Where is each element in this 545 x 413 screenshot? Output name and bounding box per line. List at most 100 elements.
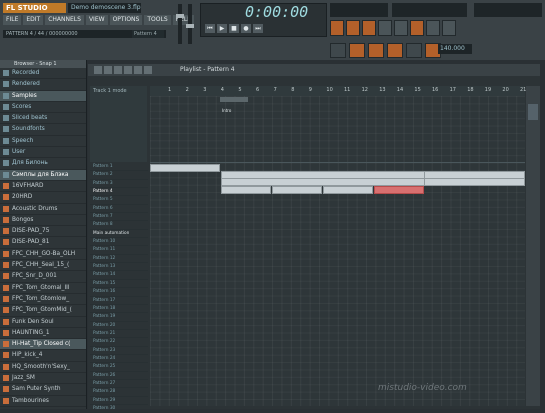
pattern-clip[interactable] xyxy=(272,186,322,194)
delete-tool-icon[interactable] xyxy=(114,66,122,74)
paint-tool-icon[interactable] xyxy=(104,66,112,74)
pattern-track-label[interactable]: Pattern 11 xyxy=(90,246,148,254)
browser-item[interactable]: Recorded xyxy=(0,68,86,79)
browser-item[interactable]: HiP_kick_4 xyxy=(0,350,86,361)
pattern-track-label[interactable]: Main automation xyxy=(90,230,148,238)
browser-item[interactable]: DISE-PAD_81 xyxy=(0,237,86,248)
play-button[interactable]: ▶ xyxy=(217,24,227,33)
browser-item[interactable]: FPC_CHH_GO-Ba_OLH xyxy=(0,249,86,260)
pattern-track-label[interactable]: Pattern 7 xyxy=(90,213,148,221)
browser-item[interactable]: Tambourines xyxy=(0,396,86,407)
scroll-thumb[interactable] xyxy=(528,104,538,120)
browser-item[interactable]: Sam Puter Synth xyxy=(0,384,86,395)
piano-roll-button[interactable] xyxy=(362,20,376,36)
tempo-display[interactable]: 140.000 xyxy=(438,44,472,54)
browser-item[interactable]: FPC_CHH_Seal_15_( xyxy=(0,260,86,271)
browser-item[interactable]: Acoustic Drums xyxy=(0,204,86,215)
browser-item[interactable]: User xyxy=(0,147,86,158)
browser-item[interactable]: Для Билонь xyxy=(0,158,86,169)
browser-item[interactable]: Samples xyxy=(0,91,86,102)
draw-tool-icon[interactable] xyxy=(94,66,102,74)
browser-item[interactable]: Jazz_SM xyxy=(0,373,86,384)
pattern-selector[interactable]: Pattern 4 xyxy=(132,30,164,38)
browser-item[interactable]: Scores xyxy=(0,102,86,113)
pattern-track-label[interactable]: Pattern 26 xyxy=(90,372,148,380)
vertical-scrollbar[interactable] xyxy=(526,86,540,406)
pattern-track-label[interactable]: Pattern 21 xyxy=(90,330,148,338)
pattern-track-label[interactable]: Pattern 29 xyxy=(90,397,148,405)
browser-item[interactable]: Сэмплы для Блэка xyxy=(0,170,86,181)
pattern-track-label[interactable]: Pattern 27 xyxy=(90,380,148,388)
browser-button[interactable] xyxy=(378,20,392,36)
browser-item[interactable]: HAUNTING_1 xyxy=(0,328,86,339)
forward-button[interactable]: ⏭ xyxy=(253,24,263,33)
pattern-track-label[interactable]: Pattern 23 xyxy=(90,347,148,355)
pattern-track-label[interactable]: Pattern 5 xyxy=(90,196,148,204)
tool-button-4[interactable] xyxy=(387,43,403,58)
master-pitch-slider[interactable] xyxy=(188,4,192,44)
menu-item-options[interactable]: OPTIONS xyxy=(110,15,143,25)
browser-item[interactable]: 16VFHARD xyxy=(0,181,86,192)
pattern-track-label[interactable]: Pattern 24 xyxy=(90,355,148,363)
tool-button-5[interactable] xyxy=(406,43,422,58)
pattern-track-label[interactable]: Pattern 13 xyxy=(90,263,148,271)
tool-button-3[interactable] xyxy=(368,43,384,58)
tool-button-1[interactable] xyxy=(330,43,346,58)
select-tool-icon[interactable] xyxy=(124,66,132,74)
pattern-track-label[interactable]: Pattern 2 xyxy=(90,171,148,179)
record-mode-button[interactable] xyxy=(442,20,456,36)
browser-item[interactable]: Speech xyxy=(0,136,86,147)
menu-item-channels[interactable]: CHANNELS xyxy=(45,15,84,25)
browser-item[interactable]: HQ_Smooth'n'Sexy_ xyxy=(0,362,86,373)
pattern-track-label[interactable]: Pattern 20 xyxy=(90,322,148,330)
pattern-track-label[interactable]: Pattern 19 xyxy=(90,313,148,321)
pattern-clip[interactable] xyxy=(221,178,525,186)
pattern-track-label[interactable]: Pattern 28 xyxy=(90,388,148,396)
browser-item[interactable]: FPC_Tom_Gtomal_III xyxy=(0,283,86,294)
slice-tool-icon[interactable] xyxy=(144,66,152,74)
pattern-clip[interactable] xyxy=(150,164,220,172)
pattern-clip-selected[interactable] xyxy=(374,186,424,194)
stop-button[interactable]: ■ xyxy=(229,24,239,33)
pattern-track-label[interactable]: Pattern 3 xyxy=(90,180,148,188)
step-sequencer-button[interactable] xyxy=(346,20,360,36)
browser-item[interactable]: DISE-PAD_75 xyxy=(0,226,86,237)
menu-item-view[interactable]: VIEW xyxy=(86,15,108,25)
tool-button-2[interactable] xyxy=(349,43,365,58)
browser-item[interactable]: Soundfonts xyxy=(0,124,86,135)
pattern-track-label[interactable]: Pattern 12 xyxy=(90,255,148,263)
browser-item[interactable]: Funk Den Soul xyxy=(0,317,86,328)
pattern-track-label[interactable]: Pattern 25 xyxy=(90,363,148,371)
pattern-clip[interactable] xyxy=(323,186,373,194)
menu-item-file[interactable]: FILE xyxy=(3,15,21,25)
playlist-grid[interactable] xyxy=(150,96,525,406)
pattern-track-label[interactable]: Pattern 16 xyxy=(90,288,148,296)
pattern-track-label[interactable]: Pattern 17 xyxy=(90,297,148,305)
pattern-track-label[interactable]: Pattern 14 xyxy=(90,271,148,279)
browser-item[interactable]: FPC_Tom_Gtomlow_ xyxy=(0,294,86,305)
pattern-track-label[interactable]: Pattern 1 xyxy=(90,163,148,171)
pattern-track-label[interactable]: Pattern 18 xyxy=(90,305,148,313)
mixer-button[interactable] xyxy=(394,20,408,36)
plugin-button[interactable] xyxy=(410,20,424,36)
pattern-track-label[interactable]: Pattern 15 xyxy=(90,280,148,288)
browser-item[interactable]: Bongos xyxy=(0,215,86,226)
browser-item[interactable]: FPC_Snr_D_001 xyxy=(0,271,86,282)
online-button[interactable] xyxy=(426,20,440,36)
browser-item[interactable]: Sliced beats xyxy=(0,113,86,124)
record-button[interactable]: ● xyxy=(241,24,251,33)
playlist-window-button[interactable] xyxy=(330,20,344,36)
menu-item-tools[interactable]: TOOLS xyxy=(144,15,170,25)
zoom-tool-icon[interactable] xyxy=(134,66,142,74)
pattern-track-label[interactable]: Pattern 10 xyxy=(90,238,148,246)
pattern-track-label[interactable]: Pattern 4 xyxy=(90,188,148,196)
master-volume-slider[interactable] xyxy=(178,4,182,44)
browser-item[interactable]: 20HRD xyxy=(0,192,86,203)
timeline-ruler[interactable]: 123456789101112131415161718192021 xyxy=(150,86,525,96)
browser-item[interactable]: FPC_Tom_GtomMid_( xyxy=(0,305,86,316)
timeline-marker[interactable]: Intro xyxy=(220,97,248,102)
browser-item[interactable]: Hi-Hat_Tip Closed c( xyxy=(0,339,86,350)
rewind-button[interactable]: ⏮ xyxy=(205,24,215,33)
pattern-track-label[interactable]: Pattern 8 xyxy=(90,221,148,229)
pattern-track-label[interactable]: Pattern 6 xyxy=(90,205,148,213)
